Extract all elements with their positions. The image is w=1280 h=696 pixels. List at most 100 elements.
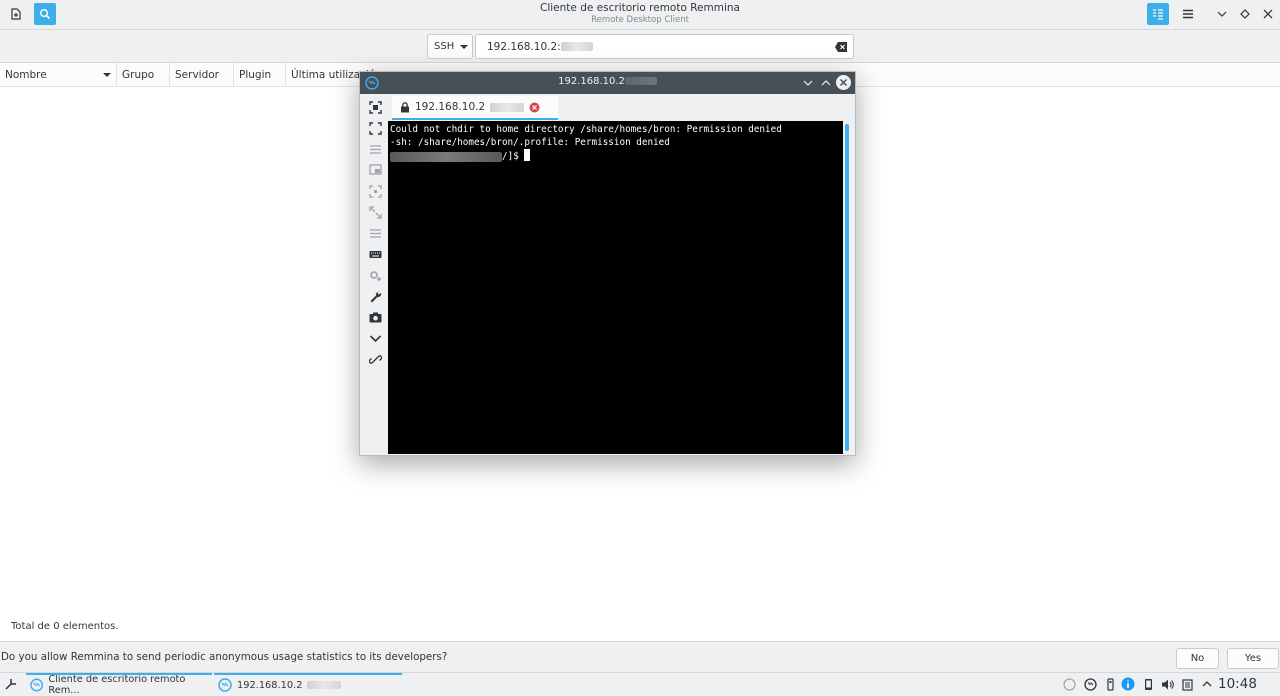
disconnect-button[interactable] <box>368 352 383 367</box>
session-tab[interactable]: 192.168.10.2 <box>392 96 558 120</box>
remmina-icon <box>30 678 44 692</box>
main-titlebar: Cliente de escritorio remoto Remmina Rem… <box>0 0 1280 30</box>
settings-icon <box>370 271 381 281</box>
close-window-button[interactable] <box>1257 3 1279 25</box>
scaling-button[interactable] <box>368 142 383 157</box>
window-title: Cliente de escritorio remoto Remmina <box>540 2 740 14</box>
new-connection-button[interactable] <box>5 3 27 25</box>
chevron-down-icon <box>803 80 812 86</box>
redacted-text <box>307 681 342 689</box>
session-tab-label: 192.168.10.2 <box>415 101 486 113</box>
tray-remmina-icon[interactable] <box>1083 677 1097 691</box>
clear-input-icon[interactable] <box>835 42 847 52</box>
redacted-text <box>624 77 657 85</box>
tray-kde-connect-icon[interactable] <box>1141 677 1155 691</box>
lock-icon <box>401 101 409 112</box>
session-title-text: 192.168.10.2 <box>558 76 625 87</box>
fullscreen-icon <box>369 122 382 135</box>
window-subtitle: Remote Desktop Client <box>591 15 689 25</box>
no-button[interactable]: No <box>1176 648 1219 669</box>
search-icon <box>40 9 51 20</box>
window-title-block: Cliente de escritorio remoto Remmina Rem… <box>440 2 840 26</box>
minimize-session-button[interactable] <box>368 331 383 346</box>
column-servidor[interactable]: Servidor <box>170 63 234 87</box>
status-bar: Total de 0 elementos. <box>0 612 1280 640</box>
dynamic-resolution-button[interactable] <box>368 184 383 199</box>
task-remmina-main[interactable]: Cliente de escritorio remoto Rem... <box>26 673 212 696</box>
preferences-list-button[interactable] <box>368 226 383 241</box>
chevron-up-icon <box>821 79 830 85</box>
session-toolbar <box>360 96 390 456</box>
disconnect-icon <box>369 355 382 364</box>
session-close-button[interactable] <box>836 75 851 90</box>
column-label: Servidor <box>175 69 219 81</box>
new-connection-icon <box>11 8 21 20</box>
minimize-window-button[interactable] <box>1211 3 1233 25</box>
tray-expand-icon[interactable] <box>1200 677 1214 691</box>
tray-usb-icon[interactable] <box>1103 677 1117 691</box>
task-remmina-session[interactable]: 192.168.10.2 <box>214 673 402 696</box>
task-label: 192.168.10.2 <box>237 679 303 691</box>
dynamic-resolution-icon <box>369 185 382 198</box>
terminal-line-2: -sh: /share/homes/bron/.profile: Permiss… <box>390 137 670 148</box>
keyboard-grab-button[interactable] <box>368 247 383 262</box>
app-launcher-button[interactable] <box>4 677 18 694</box>
statistics-infobar: Do you allow Remmina to send periodic an… <box>0 641 1280 672</box>
column-label: Grupo <box>122 69 155 81</box>
tools-button[interactable] <box>368 289 383 304</box>
remmina-icon <box>218 678 232 692</box>
scaled-mode-button[interactable] <box>368 205 383 220</box>
fit-window-button[interactable] <box>368 100 383 115</box>
launcher-icon <box>5 679 16 690</box>
session-minimize-button[interactable] <box>800 75 815 90</box>
sort-arrow-icon <box>103 73 111 77</box>
fullscreen-button[interactable] <box>368 121 383 136</box>
protocol-select[interactable]: SSH <box>427 34 473 59</box>
column-nombre[interactable]: Nombre <box>0 63 117 87</box>
yes-button[interactable]: Yes <box>1227 648 1279 669</box>
tray-update-icon[interactable] <box>1062 677 1076 691</box>
address-input[interactable]: 192.168.10.2: <box>475 34 854 59</box>
preferences-list-icon <box>370 229 381 238</box>
close-icon <box>839 78 848 87</box>
close-icon <box>1263 9 1273 19</box>
screenshot-button[interactable] <box>368 310 383 325</box>
terminal-output[interactable]: Could not chdir to home directory /share… <box>388 121 843 454</box>
session-tabs: 192.168.10.2 <box>388 96 855 120</box>
multi-monitor-button[interactable] <box>368 163 383 178</box>
maximize-window-button[interactable] <box>1234 3 1256 25</box>
wrench-icon <box>370 291 382 303</box>
address-value: 192.168.10.2: <box>487 40 561 53</box>
main-menu-button[interactable] <box>1177 3 1199 25</box>
column-label: Nombre <box>5 69 47 81</box>
chevron-down-icon <box>1217 11 1227 17</box>
tray-info-icon[interactable] <box>1121 677 1135 691</box>
search-toggle-button[interactable] <box>34 3 56 25</box>
scaled-mode-icon <box>369 206 382 219</box>
tray-clipboard-icon[interactable] <box>1180 677 1194 691</box>
quick-connect-bar: SSH 192.168.10.2: <box>0 30 1280 63</box>
diamond-icon <box>1240 9 1250 19</box>
taskbar: Cliente de escritorio remoto Rem... 192.… <box>0 672 1280 696</box>
tray-volume-icon[interactable] <box>1160 677 1174 691</box>
close-tab-icon[interactable] <box>529 102 540 113</box>
view-toggle-button[interactable] <box>1147 3 1169 25</box>
session-maximize-button[interactable] <box>818 75 833 90</box>
column-grupo[interactable]: Grupo <box>117 63 170 87</box>
session-title: 192.168.10.2 <box>360 76 855 87</box>
redacted-text <box>490 102 525 112</box>
scaling-icon <box>370 145 381 154</box>
list-view-icon <box>1153 9 1163 20</box>
session-titlebar: 192.168.10.2 <box>360 72 855 94</box>
terminal-cursor <box>524 149 531 161</box>
remote-session-window: 192.168.10.2 192.168.10.2 Could not chdi… <box>359 71 856 456</box>
task-label: Cliente de escritorio remoto Rem... <box>48 674 186 696</box>
terminal-line-1: Could not chdir to home directory /share… <box>390 124 782 135</box>
redacted-text <box>560 42 593 51</box>
column-plugin[interactable]: Plugin <box>234 63 286 87</box>
terminal-scrollbar[interactable] <box>845 124 849 451</box>
clock[interactable]: 10:48 <box>1218 676 1257 692</box>
redacted-prompt <box>390 151 502 162</box>
infobar-message: Do you allow Remmina to send periodic an… <box>1 651 448 663</box>
settings-button[interactable] <box>368 268 383 283</box>
